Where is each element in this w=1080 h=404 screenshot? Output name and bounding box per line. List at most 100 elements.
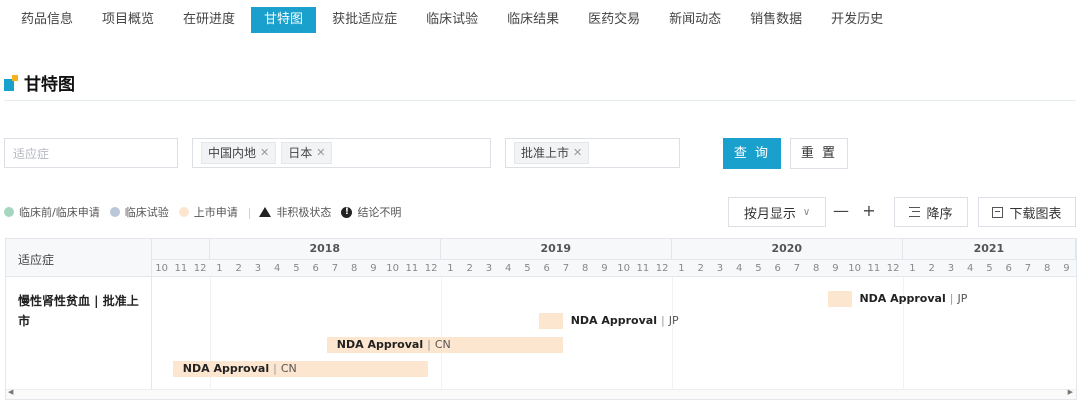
legend-item: 临床试验 bbox=[109, 204, 169, 220]
status-filter-select[interactable]: 批准上市 ✕ bbox=[505, 138, 680, 168]
month-tick: 2 bbox=[460, 259, 480, 277]
scroll-right-icon[interactable]: ▶ bbox=[1068, 388, 1073, 396]
section-header: 甘特图 bbox=[4, 70, 75, 95]
bar-separator: | bbox=[949, 292, 954, 305]
gantt-left-column: 适应症 慢性肾性贫血 | 批准上市 bbox=[6, 239, 152, 399]
month-tick: 10 bbox=[845, 259, 865, 277]
tab-item[interactable]: 医药交易 bbox=[575, 7, 653, 33]
region-filter-select[interactable]: 中国内地 ✕ 日本 ✕ bbox=[192, 138, 491, 168]
month-tick: 8 bbox=[806, 259, 826, 277]
year-header-blank bbox=[152, 239, 210, 259]
month-tick: 6 bbox=[999, 259, 1019, 277]
month-tick: 4 bbox=[729, 259, 749, 277]
gantt-bar[interactable] bbox=[538, 313, 563, 329]
tab-item[interactable]: 项目概览 bbox=[89, 7, 167, 33]
region-chip: 日本 ✕ bbox=[281, 142, 333, 164]
gantt-chart: 适应症 慢性肾性贫血 | 批准上市 2018 2019 2020 2021 10 11 12… bbox=[5, 238, 1077, 400]
tab-item[interactable]: 临床结果 bbox=[494, 7, 572, 33]
bar-region: CN bbox=[434, 338, 451, 351]
month-tick: 10 bbox=[614, 259, 634, 277]
zoom-out-button[interactable]: — bbox=[832, 201, 850, 220]
year-header: 2018 bbox=[210, 239, 441, 259]
tab-item[interactable]: 在研进度 bbox=[170, 7, 248, 33]
exclamation-icon: ! bbox=[341, 206, 353, 218]
remove-chip-icon[interactable]: ✕ bbox=[316, 143, 325, 163]
month-tick: 7 bbox=[1018, 259, 1038, 277]
timeline-header: 2018 2019 2020 2021 10 11 12 1 2 3 4 5 6 7 8 9 10 11 12 1 2 3… bbox=[152, 239, 1076, 277]
month-tick: 5 bbox=[286, 259, 306, 277]
legend-item: ! 结论不明 bbox=[341, 204, 401, 220]
legend-item: 非积极状态 bbox=[259, 204, 331, 220]
month-tick: 6 bbox=[768, 259, 788, 277]
month-tick: 11 bbox=[171, 259, 191, 277]
month-tick: 12 bbox=[190, 259, 210, 277]
legend-dot-icon bbox=[4, 207, 14, 217]
month-tick: 1 bbox=[209, 259, 229, 277]
month-tick: 6 bbox=[537, 259, 557, 277]
month-tick: 11 bbox=[402, 259, 422, 277]
horizontal-scrollbar[interactable]: ◀ ▶ bbox=[6, 388, 1076, 399]
month-tick: 12 bbox=[883, 259, 903, 277]
month-tick: 8 bbox=[1037, 259, 1057, 277]
gantt-bar[interactable] bbox=[827, 291, 852, 307]
indication-column-header: 适应症 bbox=[6, 239, 151, 277]
gantt-timeline: 2018 2019 2020 2021 10 11 12 1 2 3 4 5 6 7 8 9 10 11 12 1 2 3… bbox=[152, 239, 1076, 399]
month-tick: 9 bbox=[363, 259, 383, 277]
gantt-bar-label: NDA Approval | CN bbox=[183, 361, 297, 377]
top-tab-bar: 药品信息 项目概览 在研进度 甘特图 获批适应症 临床试验 临床结果 医药交易 新闻动态 销售数据… bbox=[0, 0, 1080, 40]
sort-button[interactable]: 降序 bbox=[894, 197, 968, 227]
indication-placeholder: 适应症 bbox=[13, 146, 50, 161]
zoom-in-button[interactable]: + bbox=[860, 201, 878, 220]
bar-region: JP bbox=[957, 292, 968, 305]
bar-separator: | bbox=[427, 338, 431, 351]
month-tick: 5 bbox=[748, 259, 768, 277]
year-header: 2020 bbox=[672, 239, 903, 259]
scroll-left-icon[interactable]: ◀ bbox=[8, 388, 13, 396]
tab-item[interactable]: 甘特图 bbox=[251, 7, 317, 33]
year-header: 2019 bbox=[441, 239, 672, 259]
month-tick: 6 bbox=[306, 259, 326, 277]
gantt-bar-label: NDA Approval | JP bbox=[571, 313, 679, 329]
month-tick: 8 bbox=[344, 259, 364, 277]
month-tick: 9 bbox=[1056, 259, 1076, 277]
month-tick: 3 bbox=[479, 259, 499, 277]
indication-filter-input[interactable]: 适应症 bbox=[4, 138, 178, 168]
month-tick: 7 bbox=[556, 259, 576, 277]
tab-item[interactable]: 药品信息 bbox=[8, 7, 86, 33]
bar-event: NDA Approval bbox=[182, 362, 270, 375]
remove-chip-icon[interactable]: ✕ bbox=[573, 143, 582, 163]
bar-region: JP bbox=[668, 314, 679, 327]
remove-chip-icon[interactable]: ✕ bbox=[260, 143, 269, 163]
legend-item: 临床前/临床申请 bbox=[4, 204, 100, 220]
month-tick: 5 bbox=[979, 259, 999, 277]
month-tick: 1 bbox=[671, 259, 691, 277]
month-tick: 8 bbox=[575, 259, 595, 277]
month-tick: 12 bbox=[421, 259, 441, 277]
month-tick: 2 bbox=[691, 259, 711, 277]
legend: 临床前/临床申请 临床试验 上市申请 | 非积极状态 ! 结论不明 bbox=[4, 204, 411, 220]
month-tick: 10 bbox=[383, 259, 403, 277]
reset-button[interactable]: 重 置 bbox=[790, 138, 848, 169]
year-header: 2021 bbox=[903, 239, 1076, 259]
tab-item[interactable]: 新闻动态 bbox=[656, 7, 734, 33]
gantt-bar-label: NDA Approval | JP bbox=[859, 291, 967, 307]
bar-event: NDA Approval bbox=[859, 292, 946, 305]
tab-item[interactable]: 临床试验 bbox=[413, 7, 491, 33]
month-tick: 3 bbox=[248, 259, 268, 277]
month-tick: 9 bbox=[825, 259, 845, 277]
month-tick: 1 bbox=[440, 259, 460, 277]
indication-row-label: 慢性肾性贫血 | 批准上市 bbox=[18, 294, 139, 328]
tab-item[interactable]: 销售数据 bbox=[737, 7, 815, 33]
bar-region: CN bbox=[280, 362, 297, 375]
triangle-icon bbox=[259, 207, 272, 217]
view-mode-select[interactable]: 按月显示 ∨ bbox=[728, 197, 826, 227]
query-button[interactable]: 查 询 bbox=[723, 138, 781, 169]
section-divider bbox=[4, 100, 1076, 101]
gantt-bar-label: NDA Approval | CN bbox=[337, 337, 451, 353]
month-tick: 12 bbox=[652, 259, 672, 277]
download-chart-button[interactable]: 下载图表 bbox=[978, 197, 1076, 227]
tab-item[interactable]: 获批适应症 bbox=[319, 7, 410, 33]
month-tick: 7 bbox=[787, 259, 807, 277]
tab-item[interactable]: 开发历史 bbox=[818, 7, 896, 33]
month-tick: 11 bbox=[633, 259, 653, 277]
